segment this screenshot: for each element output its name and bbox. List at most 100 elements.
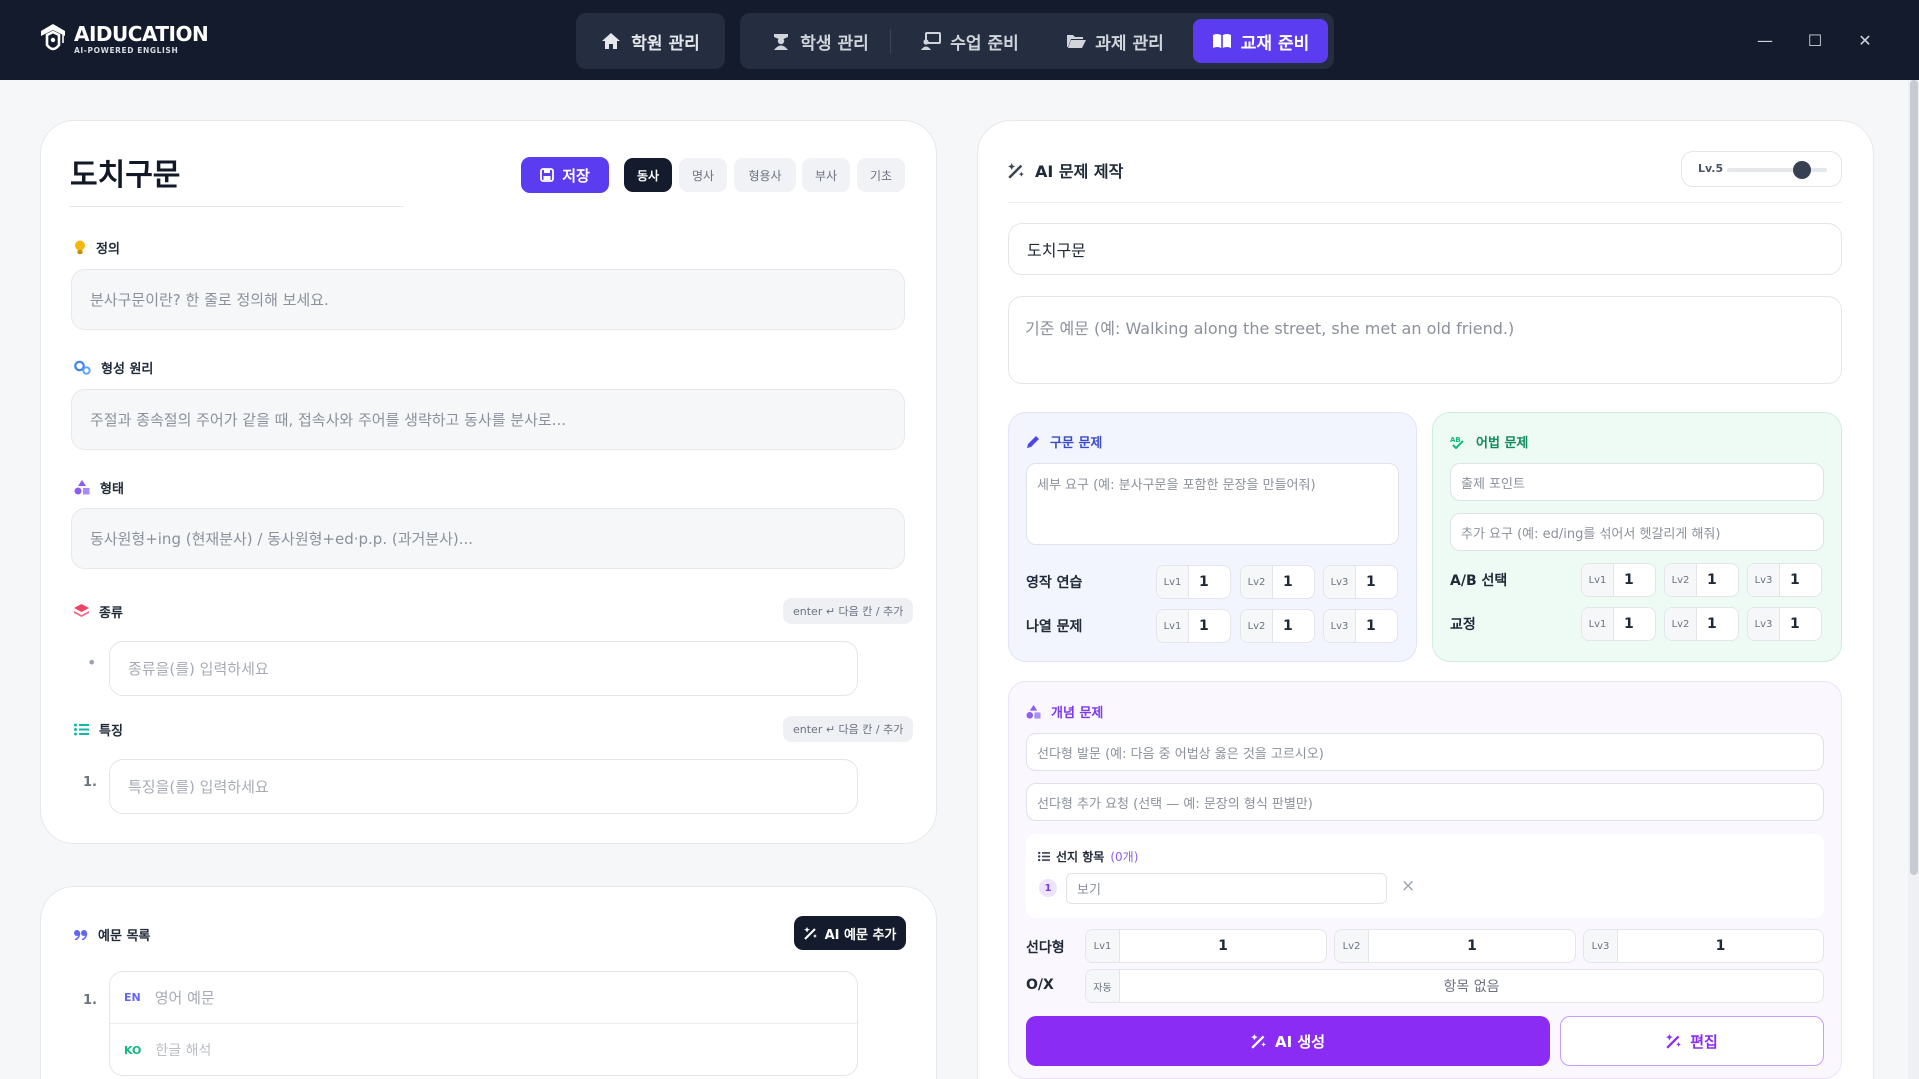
lv-tag: Lv3 xyxy=(1324,610,1356,642)
maximize-button[interactable]: ☐ xyxy=(1801,26,1829,54)
ordering-lv1[interactable]: Lv1 1 xyxy=(1156,609,1231,643)
en-tag: EN xyxy=(124,991,141,1004)
scrollbar-thumb[interactable] xyxy=(1910,80,1918,875)
mc-lv3[interactable]: Lv3 1 xyxy=(1583,929,1824,963)
nav-students[interactable]: 학생 관리 xyxy=(750,19,890,63)
ox-auto-field[interactable]: 자동 항목 없음 xyxy=(1085,969,1824,1003)
svg-text:AB: AB xyxy=(1450,436,1461,444)
nav-assignments-label: 과제 관리 xyxy=(1095,33,1164,54)
close-icon: ✕ xyxy=(1858,30,1872,50)
ai-add-example-button[interactable]: AI 예문 추가 xyxy=(794,916,906,950)
student-icon xyxy=(774,34,789,50)
choice-input[interactable]: 보기 xyxy=(1066,873,1387,904)
ai-generate-label: AI 생성 xyxy=(1274,1032,1325,1051)
mc-extra-input[interactable]: 선다형 추가 요청 (선택 — 예: 문장의 형식 판별만) xyxy=(1026,783,1824,821)
app-logo[interactable]: AIDUCATION AI-POWERED ENGLISH xyxy=(38,22,209,56)
level-slider-thumb[interactable] xyxy=(1793,161,1811,179)
ko-placeholder: 한글 해석 xyxy=(155,1043,212,1059)
ab-choice-label: A/B 선택 xyxy=(1450,573,1508,589)
edit-label: 편집 xyxy=(1690,1032,1718,1051)
correction-lv1[interactable]: Lv1 1 xyxy=(1581,607,1656,641)
example-ko-row[interactable]: KO 한글 해석 xyxy=(110,1024,857,1076)
ab-choice-lv2[interactable]: Lv2 1 xyxy=(1664,563,1739,597)
home-icon xyxy=(602,33,621,49)
lv-tag: Lv2 xyxy=(1335,930,1369,962)
remove-choice-icon[interactable]: × xyxy=(1401,876,1415,896)
types-input[interactable]: 종류을(를) 입력하세요 xyxy=(109,641,858,696)
examples-label-row: 예문 목록 xyxy=(74,925,150,944)
nav-academy[interactable]: 학원 관리 xyxy=(576,13,725,69)
quote-icon xyxy=(74,929,88,940)
nav-students-label: 학생 관리 xyxy=(800,33,869,54)
spellcheck-icon: AB xyxy=(1450,436,1464,449)
logo-icon xyxy=(41,24,65,51)
form-input[interactable]: 동사원형+ing (현재분사) / 동사원형+ed·p.p. (과거분사)... xyxy=(71,508,905,569)
mc-lv2[interactable]: Lv2 1 xyxy=(1334,929,1576,963)
mc-stem-input[interactable]: 선다형 발문 (예: 다음 중 어법상 옳은 것을 고르시오) xyxy=(1026,733,1824,771)
principle-label-row: 형성 원리 xyxy=(74,358,153,377)
pos-tag-adverb[interactable]: 부사 xyxy=(802,158,850,192)
topic-input[interactable]: 도치구문 xyxy=(1008,223,1842,275)
list-icon xyxy=(1038,851,1050,862)
nav-materials[interactable]: 교재 준비 xyxy=(1193,19,1328,63)
level-slider-track[interactable] xyxy=(1727,168,1827,172)
composition-lv1[interactable]: Lv1 1 xyxy=(1156,565,1231,599)
form-label: 형태 xyxy=(100,482,124,497)
syntax-title-row: 구문 문제 xyxy=(1026,432,1102,451)
maximize-icon: ☐ xyxy=(1807,30,1823,50)
syntax-detail-placeholder: 세부 요구 (예: 분사구문을 포함한 문장을 만들어줘) xyxy=(1037,478,1316,493)
magic-wand-icon xyxy=(803,927,817,940)
lv-value: 1 xyxy=(1283,574,1293,590)
grammar-extra-input[interactable]: 추가 요구 (예: ed/ing를 섞어서 헷갈리게 해줘) xyxy=(1450,513,1824,551)
correction-lv2[interactable]: Lv2 1 xyxy=(1664,607,1739,641)
syntax-detail-input[interactable]: 세부 요구 (예: 분사구문을 포함한 문장을 만들어줘) xyxy=(1026,463,1399,545)
ko-tag: KO xyxy=(124,1043,142,1057)
pos-tag-noun[interactable]: 명사 xyxy=(679,158,727,192)
ab-choice-lv3[interactable]: Lv3 1 xyxy=(1747,563,1822,597)
magic-wand-icon xyxy=(1008,162,1024,179)
ordering-lv2[interactable]: Lv2 1 xyxy=(1240,609,1315,643)
level-slider-box: Lv.5 xyxy=(1681,151,1842,187)
nav-assignments[interactable]: 과제 관리 xyxy=(1045,19,1185,63)
layers-icon xyxy=(74,604,89,617)
ai-generate-button[interactable]: AI 생성 xyxy=(1026,1016,1550,1066)
book-open-icon xyxy=(1212,34,1231,48)
definition-input[interactable]: 분사구문이란? 한 줄로 정의해 보세요. xyxy=(71,269,905,330)
lv-value: 1 xyxy=(1790,616,1800,632)
correction-lv3[interactable]: Lv3 1 xyxy=(1747,607,1822,641)
ab-choice-lv1[interactable]: Lv1 1 xyxy=(1581,563,1656,597)
save-button[interactable]: 저장 xyxy=(521,157,609,193)
edit-button[interactable]: 편집 xyxy=(1560,1016,1824,1066)
ordering-lv3[interactable]: Lv3 1 xyxy=(1323,609,1398,643)
ox-tag: 자동 xyxy=(1086,970,1120,1002)
shapes-icon xyxy=(1026,704,1041,719)
save-label: 저장 xyxy=(562,166,590,185)
lv-tag: Lv3 xyxy=(1584,930,1618,962)
grammar-title: 어법 문제 xyxy=(1476,436,1529,451)
mc-lv1[interactable]: Lv1 1 xyxy=(1085,929,1327,963)
lv-tag: Lv1 xyxy=(1157,566,1189,598)
close-button[interactable]: ✕ xyxy=(1851,26,1879,54)
ai-add-example-label: AI 예문 추가 xyxy=(824,927,897,943)
nav-class-prep[interactable]: 수업 준비 xyxy=(900,19,1040,63)
pos-tag-basic[interactable]: 기초 xyxy=(857,158,905,192)
principle-label: 형성 원리 xyxy=(101,362,154,377)
folder-open-icon xyxy=(1067,35,1087,48)
minimize-button[interactable]: — xyxy=(1751,26,1779,54)
features-input[interactable]: 특징을(를) 입력하세요 xyxy=(109,759,858,814)
grammar-point-input[interactable]: 출제 포인트 xyxy=(1450,463,1824,501)
base-sentence-input[interactable]: 기준 예문 (예: Walking along the street, she … xyxy=(1008,296,1842,384)
choices-label: 선지 항목 xyxy=(1056,850,1105,864)
composition-lv3[interactable]: Lv3 1 xyxy=(1323,565,1398,599)
features-placeholder: 특징을(를) 입력하세요 xyxy=(128,778,269,796)
pos-tag-adjective[interactable]: 형용사 xyxy=(734,158,796,192)
principle-input[interactable]: 주절과 종속절의 주어가 같을 때, 접속사와 주어를 생략하고 동사를 분사로… xyxy=(71,389,905,450)
lv-tag: Lv1 xyxy=(1086,930,1120,962)
composition-lv2[interactable]: Lv2 1 xyxy=(1240,565,1315,599)
save-icon xyxy=(540,168,555,182)
types-placeholder: 종류을(를) 입력하세요 xyxy=(128,660,269,678)
en-placeholder: 영어 예문 xyxy=(154,989,215,1007)
example-en-row[interactable]: EN 영어 예문 xyxy=(110,972,857,1024)
choice-placeholder: 보기 xyxy=(1077,883,1101,898)
pos-tag-verb[interactable]: 동사 xyxy=(624,158,672,192)
